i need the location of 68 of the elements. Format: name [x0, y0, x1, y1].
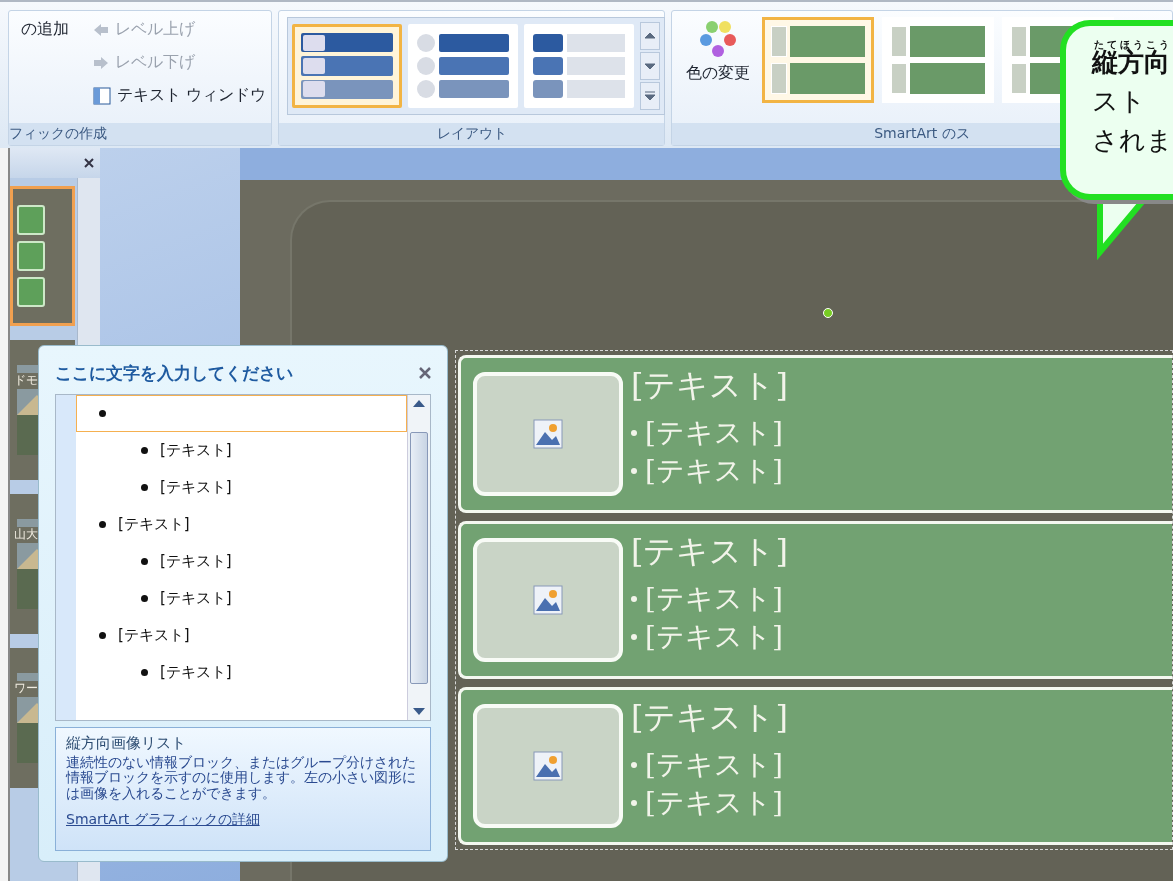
slide-thumbnail[interactable] — [10, 186, 76, 326]
shape-bullet-text: [テキスト] — [645, 747, 783, 783]
scrollbar-thumb[interactable] — [410, 431, 428, 684]
arrow-icon — [642, 30, 658, 42]
callout-text: 縦方向 たてほうこう — [1092, 40, 1171, 79]
item-text[interactable]: [テキスト] — [160, 552, 232, 571]
group-label: レイアウト — [279, 123, 664, 145]
scroll-down-icon[interactable] — [412, 708, 426, 716]
shape-bullet-text: [テキスト] — [645, 581, 783, 617]
layout-description: 連続性のない情報ブロック、またはグループ分けされた情報ブロックを示すのに使用します。左の小さい図形には画像を入れることができます。 — [66, 755, 417, 802]
bullet-icon — [99, 521, 106, 528]
bullet-icon — [631, 430, 637, 436]
shape-bullet-text: [テキスト] — [645, 785, 783, 821]
bullet-icon — [631, 800, 637, 806]
color-dots-icon — [698, 19, 738, 59]
gallery-scroll-button[interactable] — [640, 82, 660, 110]
item-text: [テキスト] — [118, 515, 190, 534]
bullet-icon — [141, 558, 148, 565]
shape-bullet-text: [テキスト] — [645, 453, 783, 489]
thumbnail-caption: ワー — [13, 681, 39, 697]
text-pane-item[interactable]: [テキスト] — [76, 506, 407, 543]
layout-option[interactable] — [408, 24, 518, 108]
bullet-icon — [141, 484, 148, 491]
window-icon — [93, 86, 111, 105]
change-colors-button[interactable]: 色の変更 — [680, 17, 756, 86]
arrow-icon — [642, 60, 658, 72]
layout-option[interactable] — [524, 24, 634, 108]
shape-bullet-text: [テキスト] — [645, 415, 783, 451]
item-text[interactable]: [テキスト] — [160, 663, 232, 682]
picture-icon — [533, 585, 563, 615]
item-text: [テキスト] — [118, 626, 190, 645]
text-window-button[interactable]: テキスト ウィンドウ — [89, 83, 271, 108]
rotate-handle[interactable] — [823, 308, 833, 318]
text-pane-item[interactable]: [テキスト] — [76, 617, 407, 654]
bullet-icon — [631, 468, 637, 474]
bullet-icon — [631, 762, 637, 768]
layout-option[interactable] — [292, 24, 402, 108]
bullet-icon — [631, 634, 637, 640]
bullet-icon — [141, 595, 148, 602]
item-text[interactable]: [テキスト] — [160, 589, 232, 608]
bullet-icon — [141, 669, 148, 676]
shape-title: [テキスト] — [631, 365, 788, 406]
bullet-icon — [631, 596, 637, 602]
shape-title: [テキスト] — [631, 697, 788, 738]
pane-title: ここに文字を入力してください — [55, 361, 293, 385]
picture-icon — [533, 751, 563, 781]
arrow-icon — [642, 90, 658, 102]
shape-title: [テキスト] — [631, 531, 788, 572]
layout-name: 縦方向画像リスト — [66, 734, 187, 753]
gallery-scroll-button[interactable] — [640, 22, 660, 50]
gallery-scroll-button[interactable] — [640, 52, 660, 80]
bullet-icon — [99, 632, 106, 639]
close-icon[interactable] — [419, 367, 431, 379]
item-text[interactable]: [テキスト] — [160, 478, 232, 497]
add-shape-button[interactable]: の追加 — [17, 17, 73, 42]
shape-bullet-text: [テキスト] — [645, 619, 783, 655]
item-text[interactable]: [テキスト] — [160, 441, 232, 460]
bullet-icon — [141, 447, 148, 454]
arrow-icon — [93, 22, 109, 37]
picture-icon — [533, 419, 563, 449]
thumbnail-caption: 山大 — [13, 527, 39, 543]
help-link[interactable]: SmartArt グラフィックの詳細 — [66, 811, 260, 830]
bullet-icon — [99, 410, 106, 417]
callout-text: スト — [1092, 85, 1147, 118]
close-icon[interactable] — [84, 158, 94, 168]
group-label: フィックの作成 — [9, 123, 271, 145]
arrow-icon — [93, 55, 109, 70]
scroll-up-icon[interactable] — [412, 399, 426, 407]
